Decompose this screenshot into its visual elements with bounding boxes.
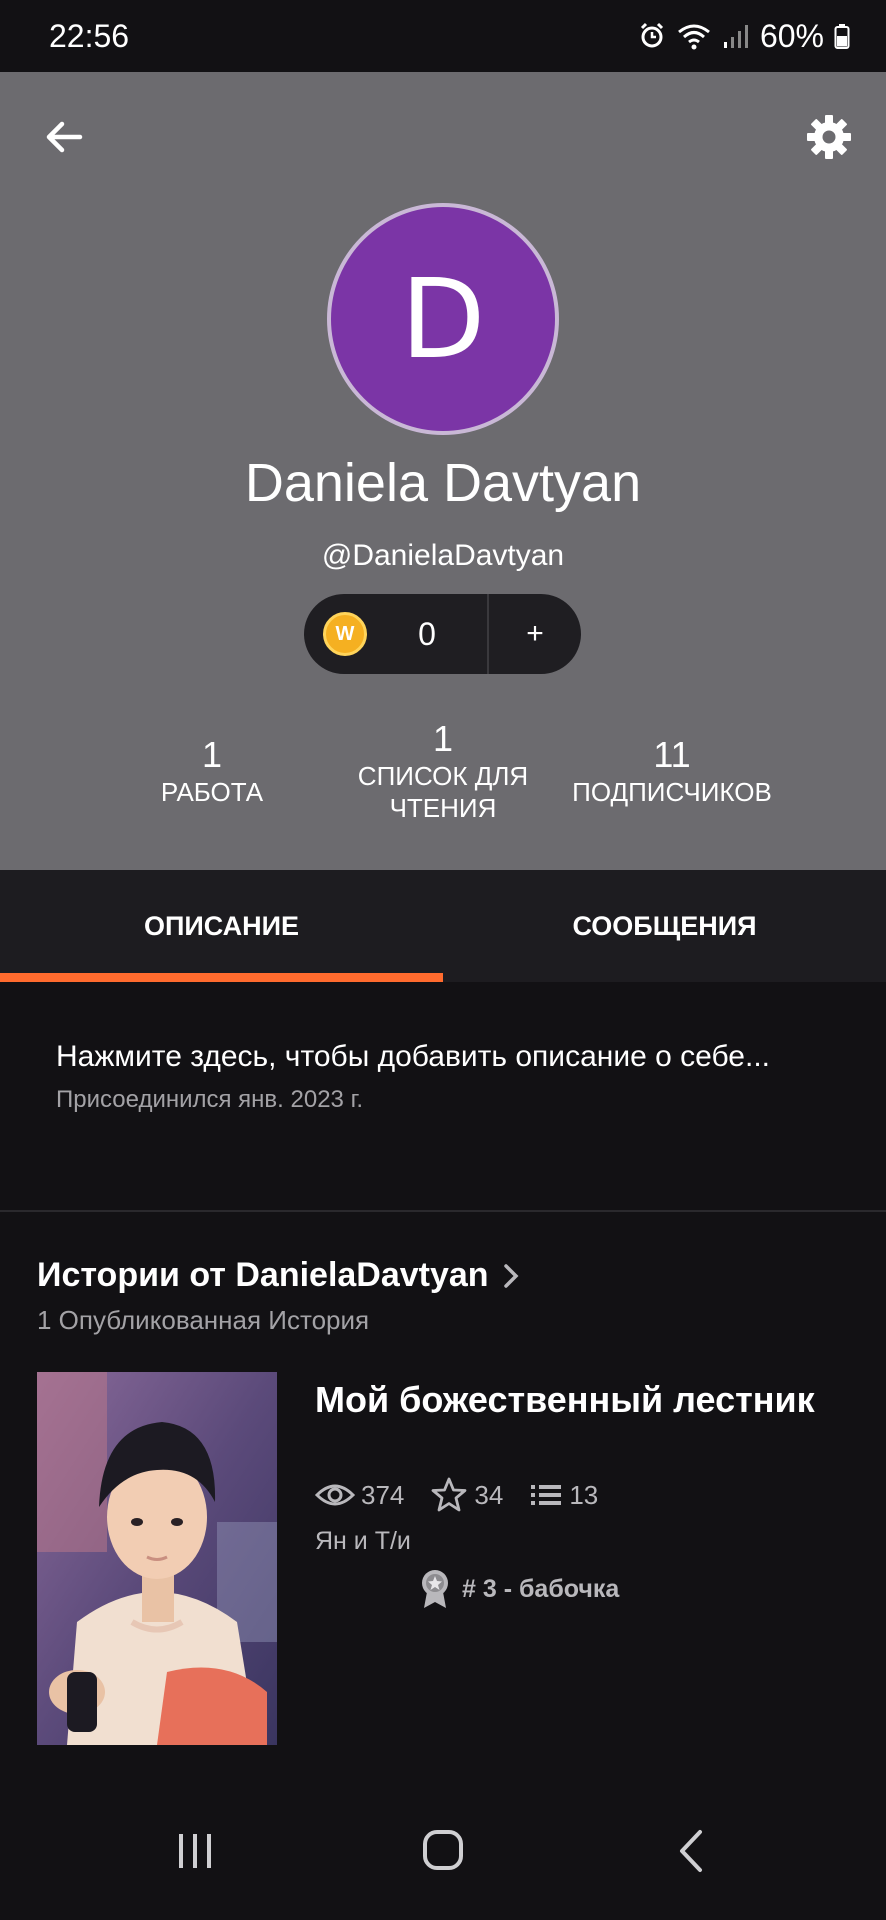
recent-apps-icon [179,1834,211,1868]
eye-icon [315,1484,355,1506]
story-cover[interactable] [37,1372,277,1745]
arrow-left-icon [46,121,83,153]
add-coins-button[interactable]: + [489,617,581,651]
signal-icon [723,25,748,48]
story-tags: Ян и Т/и [315,1527,411,1555]
battery-percent: 60% [759,17,824,54]
settings-button[interactable] [804,112,854,162]
status-bar: 22:56 60% [0,0,886,72]
story-title[interactable]: Мой божественный лестник [315,1378,835,1422]
votes-count: 34 [474,1479,504,1510]
reads-count-group: 374 [315,1480,404,1511]
parts-count: 13 [569,1479,599,1510]
stat-followers-label: ПОДПИСЧИКОВ [572,777,772,807]
stat-reading-lists-label: СПИСОК ДЛЯ ЧТЕНИЯ [357,761,529,823]
system-nav-bar [0,1782,886,1920]
stat-works-value: 1 [201,734,223,775]
profile-username: @DanielaDavtyan [321,539,565,572]
votes-count-group: 34 [430,1477,503,1513]
stat-reading-lists[interactable]: 1 СПИСОК ДЛЯ ЧТЕНИЯ [343,718,543,824]
battery-icon [834,24,850,49]
system-back-button[interactable] [662,1826,722,1876]
profile-header: D Daniela Davtyan @DanielaDavtyan W 0 + … [0,72,886,870]
story-rank-text: # 3 - бабочка [462,1574,620,1603]
stat-works-label: РАБОТА [160,777,264,807]
description-placeholder[interactable]: Нажмите здесь, чтобы добавить описание о… [56,1040,770,1074]
back-button[interactable] [40,112,90,162]
profile-tabs: ОПИСАНИЕ СООБЩЕНИЯ [0,870,886,982]
about-section[interactable]: Нажмите здесь, чтобы добавить описание о… [0,982,886,1210]
list-icon [531,1485,562,1505]
stat-reading-lists-value: 1 [432,718,454,759]
coin-icon: W [323,612,367,656]
divider [0,1210,886,1212]
home-button[interactable] [413,1826,473,1876]
stat-followers-value: 11 [653,734,691,775]
gear-icon [807,115,851,159]
coin-count: 0 [418,615,436,652]
cover-image [37,1372,277,1745]
chevron-left-icon [680,1830,702,1872]
award-badge-icon [422,1570,448,1608]
stat-followers[interactable]: 11 ПОДПИСЧИКОВ [552,734,792,808]
avatar[interactable]: D [327,203,559,435]
wifi-icon [678,24,710,50]
stories-subtitle: 1 Опубликованная История [37,1305,370,1335]
reads-count: 374 [361,1479,405,1510]
status-icons: 60% [638,18,850,55]
home-icon [423,1830,463,1870]
stat-works[interactable]: 1 РАБОТА [112,734,312,808]
alarm-icon [640,22,664,48]
recent-apps-button[interactable] [165,1826,225,1876]
stories-title: Истории от DanielaDavtyan [37,1256,489,1294]
joined-date: Присоединился янв. 2023 г. [56,1086,364,1113]
story-rank[interactable]: # 3 - бабочка [418,1568,619,1610]
star-icon [431,1477,467,1512]
tab-messages[interactable]: СООБЩЕНИЯ [443,870,886,982]
stories-header[interactable]: Истории от DanielaDavtyan [37,1256,521,1295]
story-meta: 374 34 13 [315,1477,624,1513]
status-time: 22:56 [49,17,130,54]
parts-count-group: 13 [529,1480,598,1511]
coins-widget[interactable]: W 0 + [304,594,581,674]
chevron-right-icon [503,1263,519,1288]
tab-about[interactable]: ОПИСАНИЕ [0,870,443,982]
profile-name: Daniela Davtyan [244,453,642,513]
active-tab-indicator [0,973,443,982]
